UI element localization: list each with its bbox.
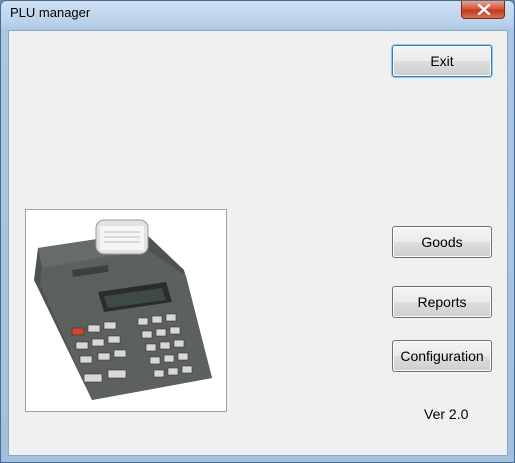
app-window: PLU manager Exit Goods Reports Configura… [0,0,515,463]
version-label: Ver 2.0 [424,406,469,422]
client-area: Exit Goods Reports Configuration Ver 2.0 [8,30,508,456]
exit-button[interactable]: Exit [392,45,492,77]
configuration-button[interactable]: Configuration [392,340,492,372]
reports-button[interactable]: Reports [392,286,492,318]
close-icon [477,4,491,15]
close-button[interactable] [461,1,505,19]
goods-button[interactable]: Goods [392,226,492,258]
title-bar[interactable]: PLU manager [1,1,514,25]
cash-register-image [25,209,227,412]
window-title: PLU manager [10,5,91,20]
cash-register-drawing [34,219,212,400]
